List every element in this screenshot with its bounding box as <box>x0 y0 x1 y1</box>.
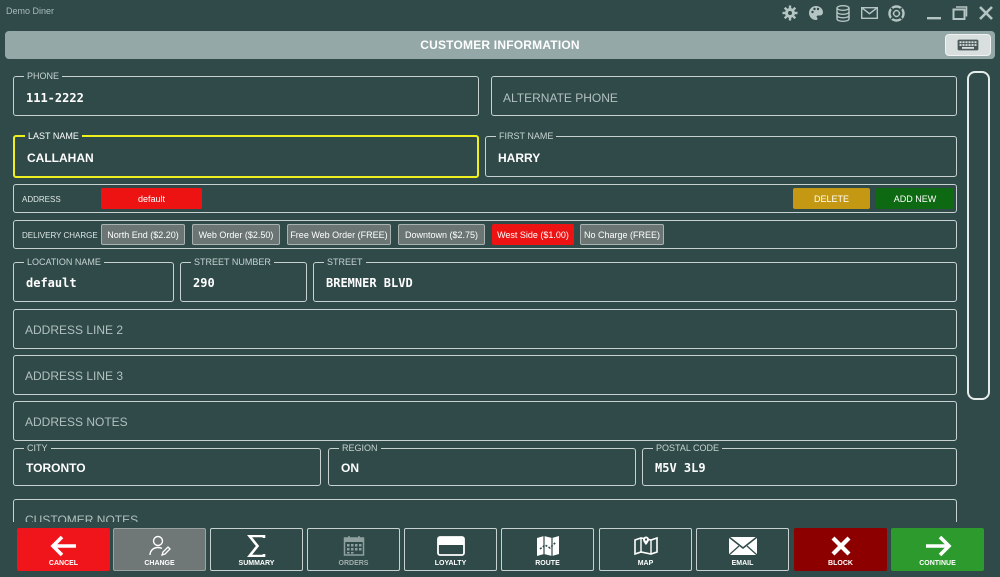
city-value: TORONTO <box>26 461 86 475</box>
page-header: CUSTOMER INFORMATION <box>5 31 995 59</box>
phone-label: PHONE <box>24 70 63 82</box>
block-button[interactable]: BLOCK <box>794 528 887 571</box>
email-button[interactable]: EMAIL <box>696 528 789 571</box>
phone-value: 111-2222 <box>26 91 84 105</box>
keyboard-icon <box>957 39 979 51</box>
minimize-icon[interactable] <box>924 4 944 22</box>
database-icon[interactable] <box>833 4 853 22</box>
calendar-icon <box>308 533 399 559</box>
map-icon <box>600 533 691 559</box>
city-field[interactable]: CITY TORONTO <box>13 442 321 486</box>
arrow-left-icon <box>18 533 109 559</box>
cancel-label: CANCEL <box>48 560 79 567</box>
address-notes-field[interactable]: ADDRESS NOTES <box>13 401 957 441</box>
title-bar: Demo Diner <box>0 0 1000 26</box>
route-button[interactable]: ROUTE <box>501 528 594 571</box>
route-map-icon <box>502 533 593 559</box>
close-icon[interactable] <box>976 4 996 22</box>
location-name-label: LOCATION NAME <box>24 256 104 268</box>
continue-button[interactable]: CONTINUE <box>891 528 984 571</box>
address-notes-placeholder: ADDRESS NOTES <box>25 415 128 429</box>
delete-button[interactable]: DELETE <box>793 188 870 209</box>
card-icon <box>405 533 496 559</box>
last-name-field[interactable]: LAST NAME CALLAHAN <box>13 130 479 178</box>
route-label: ROUTE <box>535 560 560 567</box>
address-default-chip[interactable]: default <box>101 188 202 209</box>
delivery-option-downtown[interactable]: Downtown ($2.75) <box>398 224 485 245</box>
app-title: Demo Diner <box>6 6 55 16</box>
first-name-value: HARRY <box>498 151 541 165</box>
block-label: BLOCK <box>828 560 853 567</box>
cancel-button[interactable]: CANCEL <box>17 528 110 571</box>
bottom-toolbar: CANCEL CHANGE SUMMARY ORDERS LOYALTY ROU… <box>0 522 1000 577</box>
page-title: CUSTOMER INFORMATION <box>420 38 580 52</box>
address-line-3-field[interactable]: ADDRESS LINE 3 <box>13 355 957 395</box>
delivery-option-web-order[interactable]: Web Order ($2.50) <box>192 224 280 245</box>
postal-code-label: POSTAL CODE <box>653 442 723 454</box>
map-button[interactable]: MAP <box>599 528 692 571</box>
change-label: CHANGE <box>144 560 175 567</box>
alternate-phone-placeholder: ALTERNATE PHONE <box>503 91 618 105</box>
street-number-field[interactable]: STREET NUMBER 290 <box>180 256 307 302</box>
delivery-option-no-charge[interactable]: No Charge (FREE) <box>580 224 664 245</box>
address-row: ADDRESS default DELETE ADD NEW <box>13 184 957 213</box>
street-value: BREMNER BLVD <box>326 276 413 290</box>
orders-label: ORDERS <box>338 560 369 567</box>
delivery-charge-row: DELIVERY CHARGE North End ($2.20) Web Or… <box>13 220 957 249</box>
postal-code-value: M5V 3L9 <box>655 461 706 475</box>
envelope-icon <box>697 533 788 559</box>
mail-icon[interactable] <box>859 4 879 22</box>
change-button[interactable]: CHANGE <box>113 528 206 571</box>
sigma-icon <box>211 533 302 559</box>
map-label: MAP <box>637 560 654 567</box>
arrow-right-icon <box>892 533 983 559</box>
address-label: ADDRESS <box>22 195 61 204</box>
summary-label: SUMMARY <box>238 560 275 567</box>
region-value: ON <box>341 461 359 475</box>
continue-label: CONTINUE <box>919 560 956 567</box>
customer-notes-placeholder: CUSTOMER NOTES <box>25 513 139 522</box>
lifebuoy-icon[interactable] <box>886 4 906 22</box>
loyalty-button[interactable]: LOYALTY <box>404 528 497 571</box>
address-line-3-placeholder: ADDRESS LINE 3 <box>25 369 124 383</box>
orders-button[interactable]: ORDERS <box>307 528 400 571</box>
street-label: STREET <box>324 256 366 268</box>
user-edit-icon <box>114 533 205 559</box>
city-label: CITY <box>24 442 51 454</box>
location-name-field[interactable]: LOCATION NAME default <box>13 256 174 302</box>
add-new-button[interactable]: ADD NEW <box>876 188 954 209</box>
postal-code-field[interactable]: POSTAL CODE M5V 3L9 <box>642 442 957 486</box>
gear-icon[interactable] <box>780 4 800 22</box>
delivery-option-free-web-order[interactable]: Free Web Order (FREE) <box>287 224 391 245</box>
keyboard-button[interactable] <box>945 34 991 56</box>
delivery-option-north-end[interactable]: North End ($2.20) <box>101 224 185 245</box>
x-icon <box>795 533 886 559</box>
email-label: EMAIL <box>731 560 754 567</box>
summary-button[interactable]: SUMMARY <box>210 528 303 571</box>
alternate-phone-field[interactable]: ALTERNATE PHONE <box>491 76 957 116</box>
last-name-label: LAST NAME <box>25 130 82 142</box>
address-line-2-placeholder: ADDRESS LINE 2 <box>25 323 124 337</box>
restore-icon[interactable] <box>950 4 970 22</box>
phone-field[interactable]: PHONE 111-2222 <box>13 70 479 116</box>
delivery-option-west-side[interactable]: West Side ($1.00) <box>492 224 574 245</box>
customer-form: PHONE 111-2222 ALTERNATE PHONE LAST NAME… <box>0 62 968 522</box>
last-name-value: CALLAHAN <box>27 151 94 165</box>
delivery-charge-label: DELIVERY CHARGE <box>22 231 98 240</box>
customer-notes-field[interactable]: CUSTOMER NOTES <box>13 499 957 522</box>
street-field[interactable]: STREET BREMNER BLVD <box>313 256 957 302</box>
form-scrollbar[interactable] <box>967 71 990 400</box>
region-label: REGION <box>339 442 381 454</box>
address-line-2-field[interactable]: ADDRESS LINE 2 <box>13 309 957 349</box>
loyalty-label: LOYALTY <box>434 560 467 567</box>
street-number-label: STREET NUMBER <box>191 256 274 268</box>
location-name-value: default <box>26 276 77 290</box>
first-name-label: FIRST NAME <box>496 130 557 142</box>
palette-icon[interactable] <box>806 4 826 22</box>
street-number-value: 290 <box>193 276 215 290</box>
region-field[interactable]: REGION ON <box>328 442 636 486</box>
first-name-field[interactable]: FIRST NAME HARRY <box>485 130 957 177</box>
